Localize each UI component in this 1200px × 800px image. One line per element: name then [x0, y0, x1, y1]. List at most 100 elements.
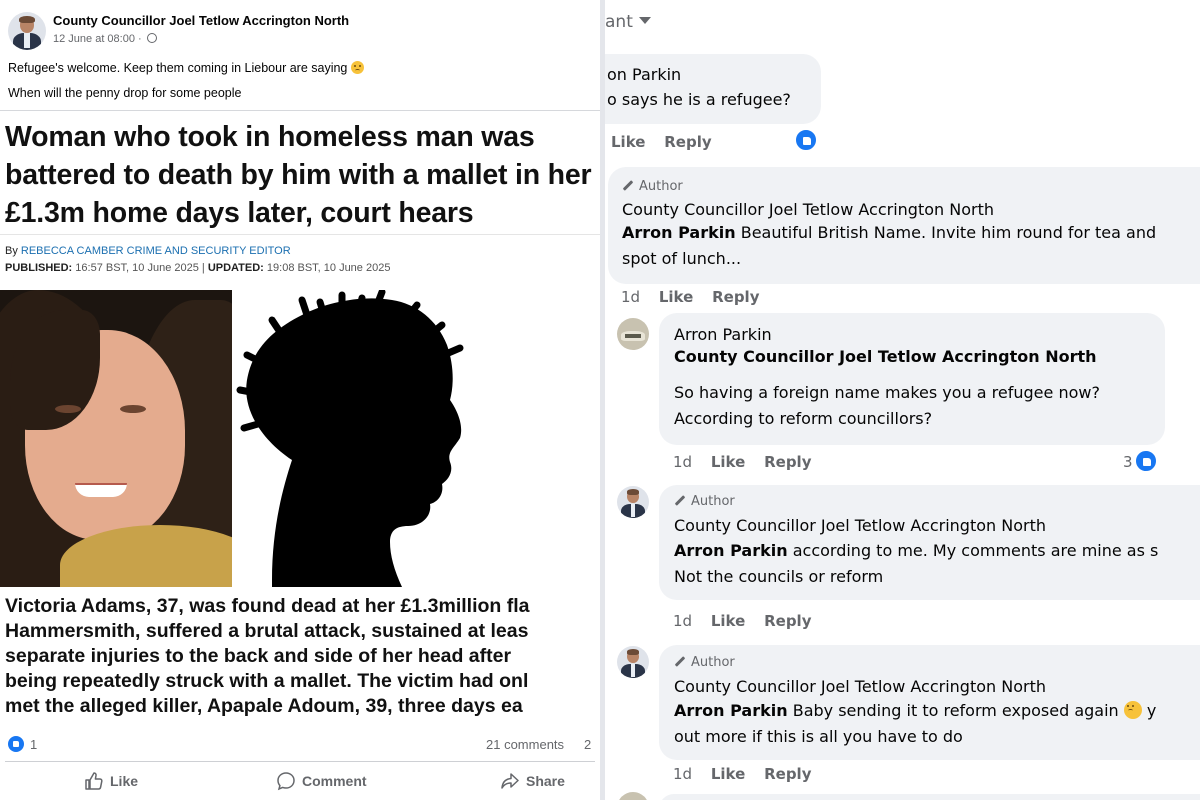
- share-button-label: Share: [526, 773, 565, 789]
- comment-reply-link[interactable]: Reply: [712, 288, 759, 306]
- comment-actions: Like Reply: [611, 133, 726, 151]
- comment-reply-link[interactable]: Reply: [764, 453, 811, 471]
- comment-text-line: Arron Parkin Beautiful British Name. Inv…: [622, 220, 1156, 246]
- comment-text-line: Arron Parkin Baby sending it to reform e…: [674, 698, 1156, 724]
- comment-actions: 1d Like Reply: [673, 765, 825, 783]
- published-value: 16:57 BST, 10 June 2025: [75, 262, 199, 274]
- comment-text-line: According to reform councillors?: [674, 409, 933, 428]
- comment-text-line: spot of lunch...: [622, 249, 742, 268]
- comment-like-link[interactable]: Like: [711, 765, 745, 783]
- article-body: Victoria Adams, 37, was found dead at he…: [5, 594, 600, 719]
- comment-actions: 1d Like Reply: [673, 453, 825, 471]
- comment-author-name[interactable]: Arron Parkin: [674, 325, 772, 344]
- comment-text-tail: y: [1141, 701, 1157, 720]
- article-byline: By REBECCA CAMBER CRIME AND SECURITY EDI…: [5, 245, 291, 257]
- comment-actions: 1d Like Reply: [673, 612, 825, 630]
- divider: [5, 761, 595, 762]
- author-badge: Author: [622, 179, 683, 194]
- article-body-line: Victoria Adams, 37, was found dead at he…: [5, 595, 530, 617]
- shared-article-screenshot[interactable]: Woman who took in homeless man was batte…: [0, 110, 600, 735]
- divider: [0, 110, 600, 111]
- comment-time[interactable]: 1d: [621, 288, 640, 306]
- article-body-line: Hammersmith, suffered a brutal attack, s…: [5, 620, 529, 642]
- share-button[interactable]: Share: [500, 770, 565, 792]
- comment-like-link[interactable]: Like: [711, 612, 745, 630]
- comment-author-name[interactable]: on Parkin: [607, 65, 681, 84]
- byline-author: REBECCA CAMBER CRIME AND SECURITY EDITOR: [20, 245, 291, 257]
- comment-button[interactable]: Comment: [276, 770, 367, 792]
- post-timestamp[interactable]: 12 June at 08:00 ·: [53, 33, 157, 45]
- author-badge: Author: [674, 655, 735, 670]
- comment-like-link[interactable]: Like: [659, 288, 693, 306]
- mention-link[interactable]: Arron Parkin: [674, 541, 788, 560]
- sort-label: ant: [605, 12, 633, 32]
- like-reaction-icon[interactable]: [1134, 449, 1158, 473]
- shares-count[interactable]: 2: [584, 737, 591, 752]
- author-badge-label: Author: [639, 179, 683, 194]
- comment-time[interactable]: 1d: [673, 453, 692, 471]
- like-reaction-icon[interactable]: [794, 128, 818, 152]
- comment-bubble-icon: [277, 772, 295, 791]
- comment-bubble: [659, 794, 1200, 800]
- caret-down-icon: [638, 17, 651, 24]
- reaction-count[interactable]: 3: [1123, 453, 1133, 471]
- globe-icon: [146, 33, 157, 43]
- pencil-icon: [622, 180, 634, 191]
- like-button[interactable]: Like: [84, 770, 138, 792]
- pencil-icon: [674, 495, 686, 506]
- reaction-count[interactable]: 1: [30, 737, 37, 752]
- mention-link[interactable]: Arron Parkin: [622, 223, 736, 242]
- comment-actions: 1d Like Reply: [621, 288, 773, 306]
- comment-like-link[interactable]: Like: [611, 133, 645, 151]
- article-body-line: being repeatedly struck with a mallet. T…: [5, 670, 529, 692]
- commenter-avatar[interactable]: [617, 318, 649, 350]
- share-arrow-icon: [501, 773, 519, 789]
- updated-label: UPDATED:: [207, 262, 264, 274]
- divider: [0, 234, 600, 235]
- comment-time[interactable]: 1d: [673, 765, 692, 783]
- rolling-eyes-emoji-icon: [1123, 701, 1142, 719]
- comment-button-label: Comment: [302, 773, 367, 789]
- comment-text-line: Not the councils or reform: [674, 567, 884, 586]
- comment-time[interactable]: 1d: [673, 612, 692, 630]
- comments-count[interactable]: 21 comments: [486, 737, 564, 752]
- silhouette-image: [232, 290, 600, 587]
- comment-text-line: Arron Parkin according to me. My comment…: [674, 538, 1158, 564]
- comment-reply-link[interactable]: Reply: [764, 765, 811, 783]
- post-author-avatar[interactable]: [8, 12, 46, 50]
- post-time-text[interactable]: 12 June at 08:00 ·: [53, 33, 142, 45]
- comment-author-name[interactable]: County Councillor Joel Tetlow Accrington…: [674, 516, 1046, 535]
- post-author-name[interactable]: County Councillor Joel Tetlow Accrington…: [53, 13, 349, 28]
- commenter-avatar[interactable]: [617, 646, 649, 678]
- author-badge-label: Author: [691, 655, 735, 670]
- comment-text-line: out more if this is all you have to do: [674, 727, 963, 746]
- comment-author-name[interactable]: County Councillor Joel Tetlow Accrington…: [674, 677, 1046, 696]
- byline-prefix: By: [5, 245, 18, 257]
- comments-panel: ant on Parkin o says he is a refugee? Li…: [605, 0, 1200, 800]
- post-text-line-2: When will the penny drop for some people: [8, 86, 242, 100]
- like-reaction-icon[interactable]: [8, 736, 24, 752]
- commenter-avatar[interactable]: [617, 792, 649, 800]
- author-badge-label: Author: [691, 494, 735, 509]
- article-dates: PUBLISHED: 16:57 BST, 10 June 2025 | UPD…: [5, 262, 390, 274]
- date-separator: |: [201, 262, 205, 274]
- comment-sort-dropdown[interactable]: ant: [605, 12, 651, 32]
- comment-text: o says he is a refugee?: [607, 90, 791, 109]
- mention-link[interactable]: Arron Parkin: [674, 701, 788, 720]
- disappointed-face-emoji-icon: [350, 61, 364, 74]
- comment-text-content: Beautiful British Name. Invite him round…: [735, 223, 1157, 242]
- updated-value: 19:08 BST, 10 June 2025: [266, 262, 391, 274]
- comment-like-link[interactable]: Like: [711, 453, 745, 471]
- comment-reply-link[interactable]: Reply: [764, 612, 811, 630]
- comment-author-name[interactable]: County Councillor Joel Tetlow Accrington…: [622, 200, 994, 219]
- mention-link[interactable]: County Councillor Joel Tetlow Accrington…: [674, 344, 1097, 370]
- comment-reply-link[interactable]: Reply: [664, 133, 711, 151]
- comment-text-content: Baby sending it to reform exposed again: [787, 701, 1119, 720]
- article-body-line: separate injuries to the back and side o…: [5, 645, 512, 667]
- comment-text-line: So having a foreign name makes you a ref…: [674, 383, 1100, 402]
- author-badge: Author: [674, 494, 735, 509]
- article-body-line: met the alleged killer, Apapale Adoum, 3…: [5, 695, 523, 717]
- published-label: PUBLISHED:: [5, 262, 73, 274]
- thumbs-up-icon: [85, 772, 103, 790]
- commenter-avatar[interactable]: [617, 486, 649, 518]
